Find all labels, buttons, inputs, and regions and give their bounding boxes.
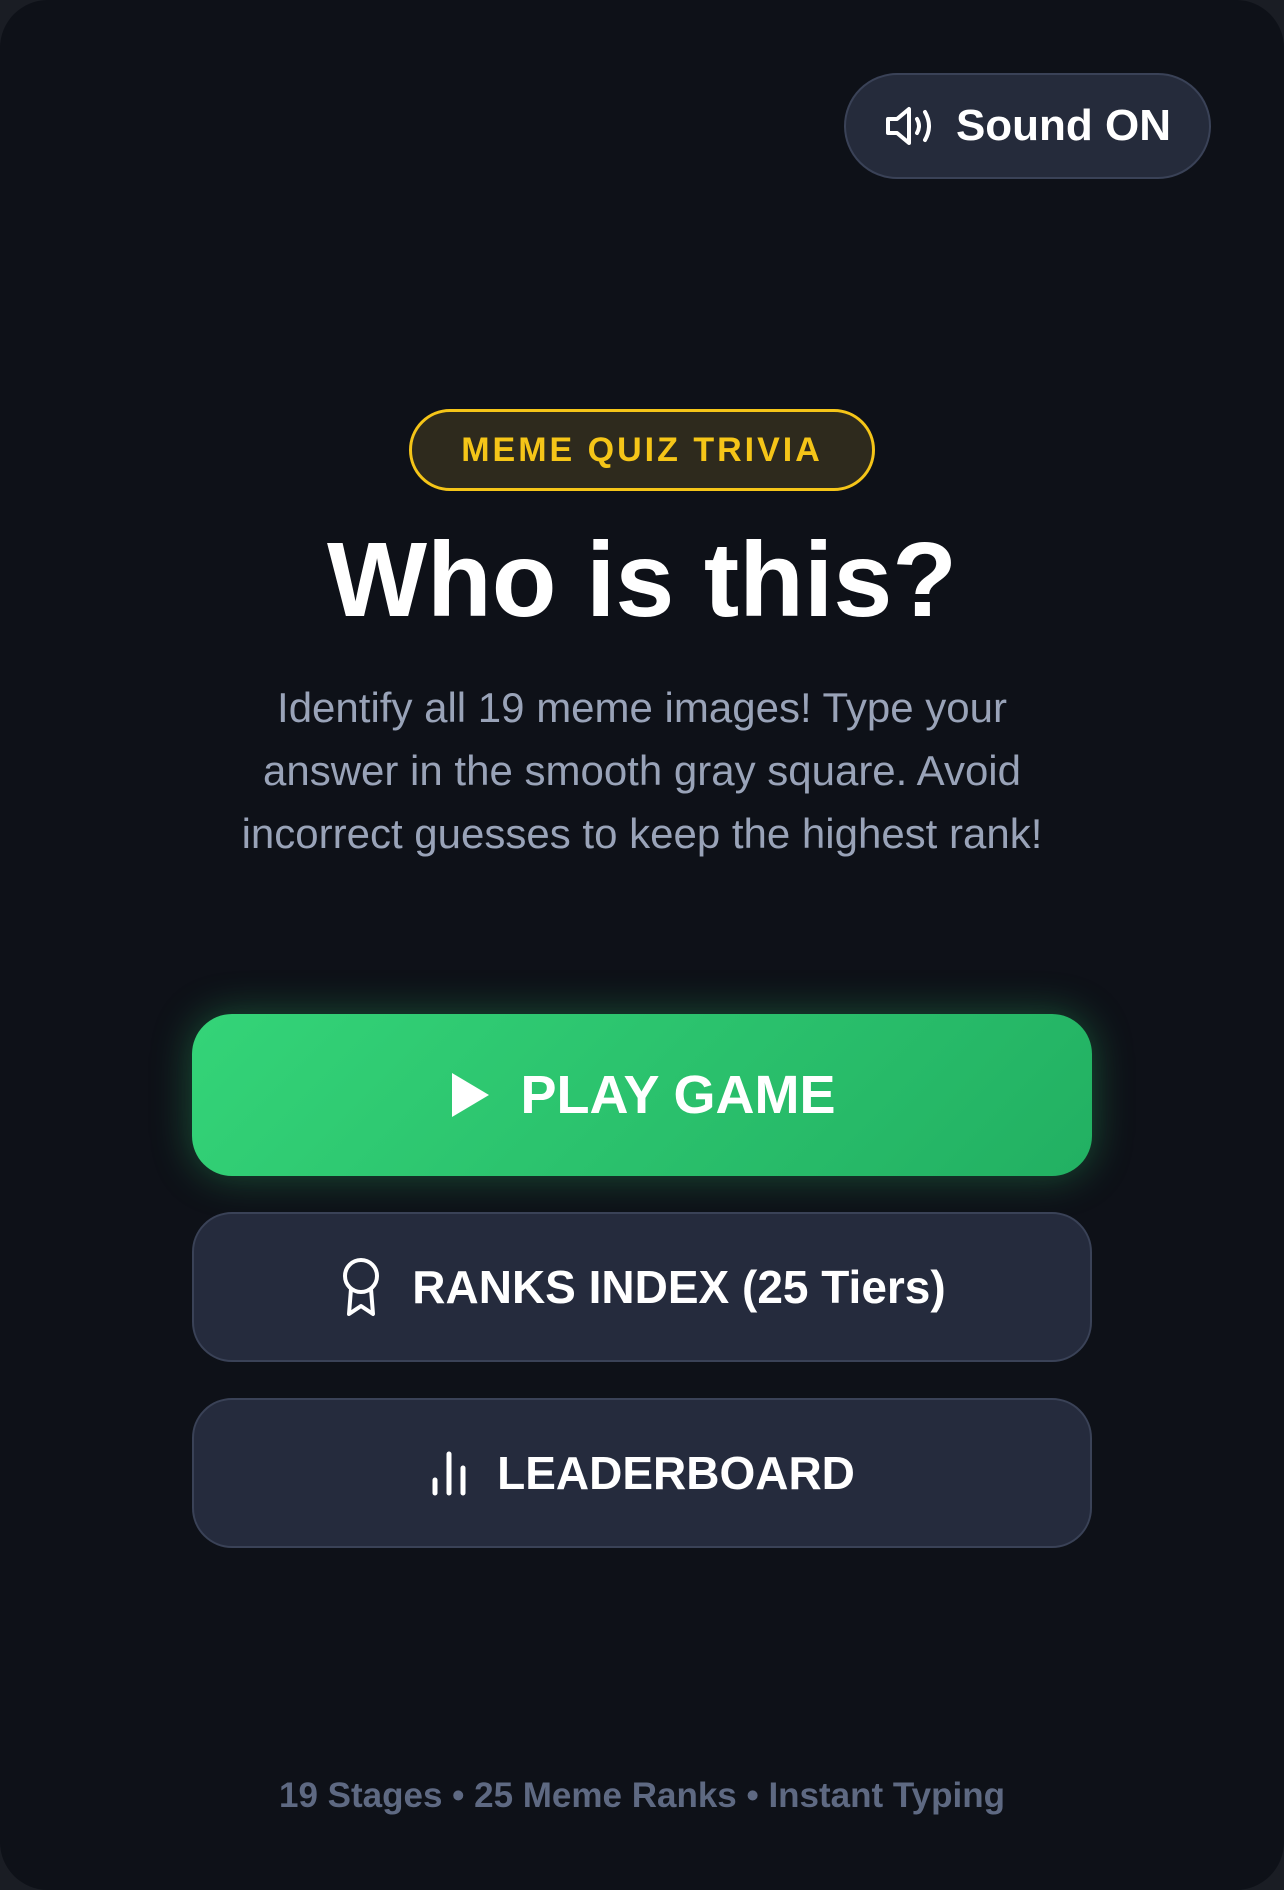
bar-chart-icon	[429, 1450, 469, 1496]
speaker-icon	[884, 104, 936, 148]
ranks-index-button[interactable]: RANKS INDEX (25 Tiers)	[192, 1212, 1092, 1362]
game-description: Identify all 19 meme images! Type your a…	[241, 684, 1043, 857]
game-start-screen: Sound ON MEME QUIZ TRIVIA Who is this? I…	[0, 0, 1284, 1890]
sound-toggle-label: Sound ON	[955, 101, 1172, 150]
play-game-button[interactable]: PLAY GAME	[192, 1014, 1092, 1176]
category-badge: MEME QUIZ TRIVIA	[409, 409, 875, 491]
page-title: Who is this?	[326, 521, 958, 639]
leaderboard-label: LEADERBOARD	[497, 1447, 855, 1499]
leaderboard-button[interactable]: LEADERBOARD	[192, 1398, 1092, 1548]
play-icon	[448, 1070, 492, 1120]
ranks-index-label: RANKS INDEX (25 Tiers)	[412, 1261, 946, 1313]
play-game-label: PLAY GAME	[520, 1065, 836, 1125]
sound-toggle-button[interactable]: Sound ON	[844, 73, 1211, 179]
category-badge-label: MEME QUIZ TRIVIA	[461, 430, 823, 469]
award-ribbon-icon	[338, 1256, 384, 1318]
footer-info: 19 Stages • 25 Meme Ranks • Instant Typi…	[278, 1776, 1006, 1815]
